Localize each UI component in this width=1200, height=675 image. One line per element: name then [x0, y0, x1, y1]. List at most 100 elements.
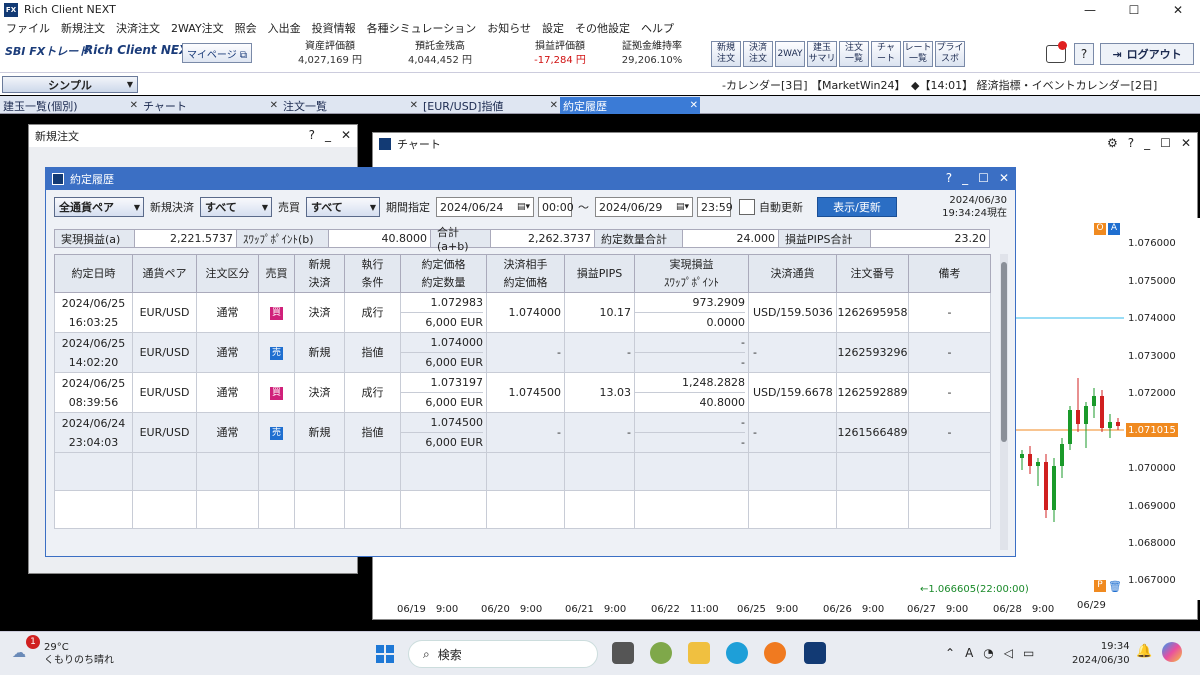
close-icon[interactable]: ✕ [999, 171, 1009, 185]
close-icon[interactable]: ✕ [410, 100, 418, 111]
tab-chart[interactable]: チャート ✕ [140, 97, 280, 114]
position-summary-button[interactable]: 建玉 サマリ [807, 41, 837, 67]
maximize-icon[interactable]: ☐ [1160, 136, 1171, 150]
wifi-icon[interactable]: ◔ [983, 646, 993, 660]
col-order-no[interactable]: 注文番号 [836, 254, 909, 293]
alert-marker-icon[interactable]: A [1108, 223, 1120, 235]
menu-deposit[interactable]: 入出金 [268, 20, 301, 36]
help-icon[interactable]: ? [309, 128, 315, 142]
rate-list-button[interactable]: レート 一覧 [903, 41, 933, 67]
layout-select[interactable]: シンプル ▼ [2, 76, 138, 93]
tab-positions[interactable]: 建玉一覧(個別) ✕ [0, 97, 140, 114]
scrollbar-thumb[interactable] [1001, 262, 1007, 442]
refresh-button[interactable]: 表示/更新 [817, 197, 897, 217]
gear-icon[interactable]: ⚙ [1107, 136, 1118, 150]
menu-inquiry[interactable]: 照会 [235, 20, 257, 36]
start-icon[interactable] [376, 645, 394, 663]
auto-refresh-checkbox[interactable] [739, 199, 755, 215]
volume-icon[interactable]: ◁ [1004, 646, 1013, 660]
menu-close-order[interactable]: 決済注文 [116, 20, 160, 36]
menu-2way[interactable]: 2WAY注文 [171, 20, 224, 36]
mypage-button[interactable]: マイページ ⧉ [182, 43, 252, 63]
candlestick-chart[interactable] [1016, 218, 1124, 600]
col-counter-price[interactable]: 決済相手 約定価格 [486, 254, 565, 293]
col-pair[interactable]: 通貨ペア [132, 254, 197, 293]
edge-icon[interactable] [726, 642, 748, 664]
maximize-button[interactable]: ☐ [1112, 0, 1156, 19]
col-side[interactable]: 売買 [258, 254, 295, 293]
menu-help[interactable]: ヘルプ [641, 20, 674, 36]
price-board-button[interactable]: プライ スボ [935, 41, 965, 67]
vertical-scrollbar[interactable] [1000, 254, 1008, 550]
table-row[interactable]: 2024/06/25 16:03:25 EUR/USD 通常買決済 成行 1.072983… [54, 292, 991, 333]
time-from-field[interactable]: 00:00 [538, 197, 574, 217]
close-order-button[interactable]: 決済 注文 [743, 41, 773, 67]
copilot-icon[interactable] [1162, 642, 1182, 662]
col-exec-cond[interactable]: 執行 条件 [344, 254, 401, 293]
menu-news[interactable]: お知らせ [487, 20, 531, 36]
minimize-icon[interactable]: _ [325, 128, 331, 142]
side-select[interactable]: すべて ▼ [306, 197, 380, 217]
col-order-type[interactable]: 注文区分 [196, 254, 259, 293]
date-to-field[interactable]: 2024/06/29 ▤▾ [595, 197, 693, 217]
close-icon[interactable]: ✕ [270, 100, 278, 111]
maximize-icon[interactable]: ☐ [978, 171, 989, 185]
tab-order-list[interactable]: 注文一覧 ✕ [280, 97, 420, 114]
trash-icon[interactable]: 🗑 [1108, 580, 1122, 593]
taskbar-search[interactable]: ⌕ 検索 [408, 640, 598, 668]
close-icon[interactable]: ✕ [550, 100, 558, 111]
col-fill-datetime[interactable]: 約定日時 [54, 254, 133, 293]
menu-simulation[interactable]: 各種シミュレーション [367, 20, 477, 36]
menu-invest-info[interactable]: 投資情報 [312, 20, 356, 36]
table-row[interactable]: 2024/06/25 08:39:56 EUR/USD 通常買決済 成行 1.073197… [54, 372, 991, 413]
ime-icon[interactable]: A [965, 646, 973, 660]
clock[interactable]: 19:34 2024/06/30 [1072, 640, 1130, 668]
weather-widget[interactable]: ☁ 1 29°C くもりのち晴れ [12, 635, 114, 667]
date-from-field[interactable]: 2024/06/24 ▤▾ [436, 197, 534, 217]
battery-icon[interactable]: ▭ [1023, 646, 1034, 660]
close-icon[interactable]: ✕ [690, 100, 698, 111]
2way-button[interactable]: 2WAY [775, 41, 805, 67]
table-row[interactable]: 2024/06/25 14:02:20 EUR/USD 通常売新規 指値 1.074000… [54, 332, 991, 373]
widget-icon[interactable] [650, 642, 672, 664]
close-icon[interactable]: ✕ [341, 128, 351, 142]
col-open-close[interactable]: 新規 決済 [294, 254, 345, 293]
news-ticker[interactable]: -カレンダー[3日] 【MarketWin24】 ◆【14:01】 経済指標・イ… [722, 77, 1157, 93]
minimize-icon[interactable]: _ [962, 171, 968, 185]
table-row[interactable]: 2024/06/24 23:04:03 EUR/USD 通常売新規 指値 1.074500… [54, 412, 991, 453]
close-button[interactable]: ✕ [1156, 0, 1200, 19]
time-to-field[interactable]: 23:59 [697, 197, 733, 217]
new-order-button[interactable]: 新規 注文 [711, 41, 741, 67]
col-pips[interactable]: 損益PIPS [564, 254, 635, 293]
minimize-icon[interactable]: _ [1144, 136, 1150, 150]
menu-file[interactable]: ファイル [6, 20, 50, 36]
task-view-icon[interactable] [612, 642, 634, 664]
chevron-up-icon[interactable]: ⌃ [945, 646, 955, 660]
help-icon[interactable]: ? [1128, 136, 1134, 150]
calendar-icon[interactable]: ▤▾ [517, 202, 530, 212]
currency-pair-select[interactable]: 全通貨ペア ▼ [54, 197, 144, 217]
close-icon[interactable]: ✕ [1181, 136, 1191, 150]
col-settle-ccy[interactable]: 決済通貨 [748, 254, 837, 293]
col-price-qty[interactable]: 約定価格 約定数量 [400, 254, 487, 293]
order-list-button[interactable]: 注文 一覧 [839, 41, 869, 67]
col-realized-pl[interactable]: 実現損益 ｽﾜｯﾌﾟﾎﾟｲﾝﾄ [634, 254, 749, 293]
order-marker-icon[interactable]: O [1094, 223, 1106, 235]
menu-new-order[interactable]: 新規注文 [61, 20, 105, 36]
firefox-icon[interactable] [764, 642, 786, 664]
menu-settings[interactable]: 設定 [542, 20, 564, 36]
minimize-button[interactable]: — [1068, 0, 1112, 19]
help-icon[interactable]: ? [946, 171, 952, 185]
tab-fill-history[interactable]: 約定履歴 ✕ [560, 97, 700, 114]
close-icon[interactable]: ✕ [130, 100, 138, 111]
calendar-icon[interactable]: ▤▾ [676, 202, 689, 212]
tab-limit-order[interactable]: [EUR/USD]指値 ✕ [420, 97, 560, 114]
settle-select[interactable]: すべて ▼ [200, 197, 272, 217]
chart-button[interactable]: チャ ート [871, 41, 901, 67]
folder-icon[interactable] [688, 642, 710, 664]
bell-icon[interactable]: 🔔 [1136, 644, 1152, 659]
help-button[interactable]: ? [1074, 43, 1094, 65]
fx-taskbar-icon[interactable] [804, 642, 826, 664]
position-marker-icon[interactable]: P [1094, 580, 1106, 592]
menu-other-settings[interactable]: その他設定 [575, 20, 630, 36]
